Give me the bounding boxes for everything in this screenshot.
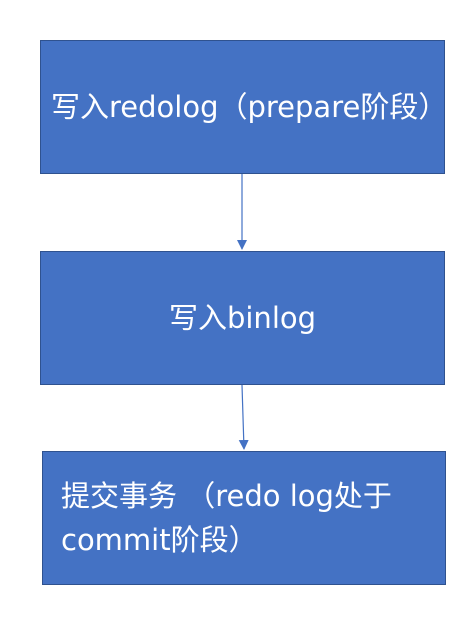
step-box-write-binlog: 写入binlog bbox=[40, 251, 445, 385]
step-label-commit-transaction: 提交事务 （redo log处于commit阶段） bbox=[61, 479, 392, 557]
step-label-write-binlog: 写入binlog bbox=[168, 301, 317, 335]
step-box-write-redolog: 写入redolog（prepare阶段） bbox=[40, 40, 448, 174]
step-box-commit-transaction: 提交事务 （redo log处于commit阶段） bbox=[42, 451, 446, 585]
flowchart-canvas: 写入redolog（prepare阶段） 写入binlog 提交事务 （redo… bbox=[0, 0, 471, 641]
step-label-write-redolog: 写入redolog（prepare阶段） bbox=[51, 90, 448, 124]
arrow-step2-to-step3 bbox=[238, 384, 249, 450]
